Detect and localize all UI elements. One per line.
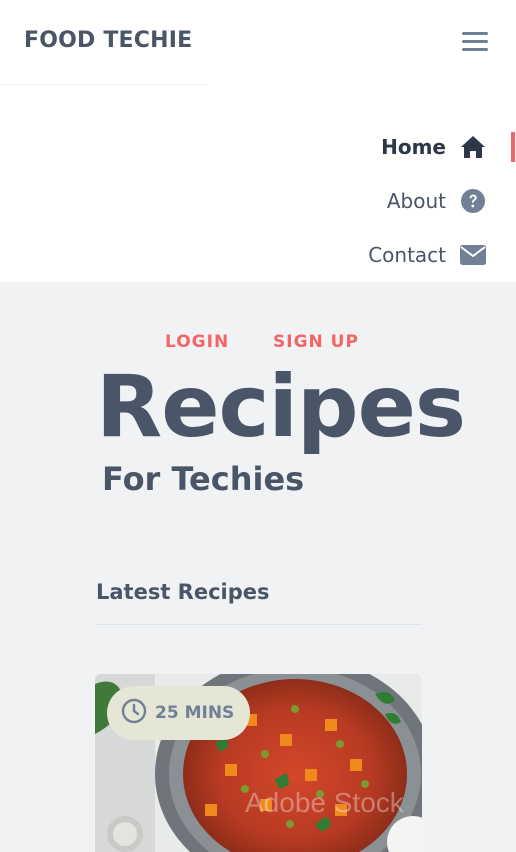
main-nav: Home About Contact — [0, 120, 516, 282]
brand-logo[interactable]: FOOD TECHIE — [24, 28, 192, 53]
envelope-icon — [460, 242, 486, 268]
page-title: Recipes — [96, 357, 466, 457]
recipe-card[interactable]: Adobe Stock 25 MINS — [95, 674, 422, 852]
nav-item-about[interactable]: About — [387, 186, 486, 216]
home-icon — [460, 134, 486, 160]
signup-link[interactable]: SIGN UP — [273, 332, 359, 352]
page-subtitle: For Techies — [102, 460, 305, 498]
section-divider — [96, 624, 422, 625]
nav-item-contact[interactable]: Contact — [368, 240, 486, 270]
nav-item-label: Contact — [368, 243, 446, 267]
active-nav-indicator — [511, 132, 515, 162]
nav-item-label: Home — [381, 135, 446, 159]
top-bar: FOOD TECHIE — [0, 0, 516, 84]
watermark-text: Adobe Stock — [245, 787, 405, 818]
hero-section: LOGIN SIGN UP Recipes For Techies Latest… — [0, 282, 516, 852]
header-divider — [0, 84, 208, 85]
hamburger-icon[interactable] — [460, 30, 490, 54]
nav-item-label: About — [386, 189, 446, 213]
nav-item-home[interactable]: Home — [381, 132, 486, 162]
question-circle-icon — [460, 188, 486, 214]
latest-recipes-heading: Latest Recipes — [96, 580, 270, 604]
login-link[interactable]: LOGIN — [165, 332, 229, 352]
cook-time-text: 25 MINS — [155, 703, 235, 723]
cook-time-badge: 25 MINS — [107, 686, 251, 740]
clock-icon — [121, 698, 147, 728]
